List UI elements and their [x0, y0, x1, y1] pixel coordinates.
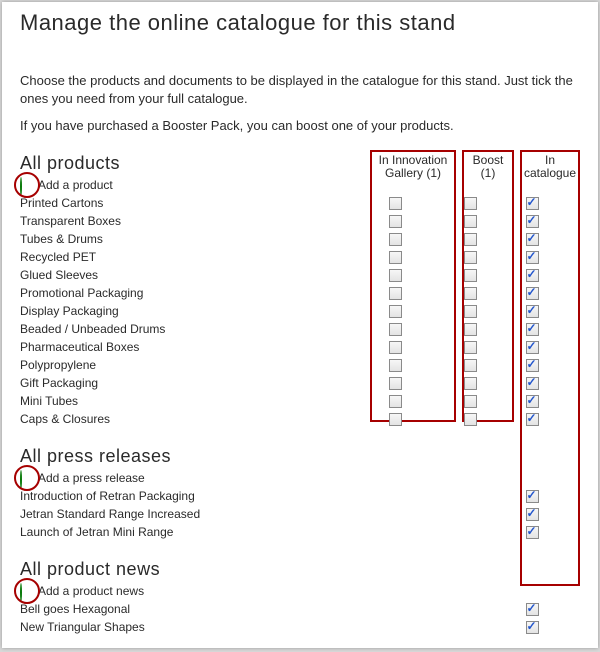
checkbox[interactable] — [464, 341, 477, 354]
checkbox[interactable] — [389, 197, 402, 210]
add-news-label: Add a product news — [38, 584, 144, 598]
dialog-body-scroll[interactable]: Choose the products and documents to be … — [2, 64, 598, 648]
checkbox[interactable] — [526, 377, 539, 390]
checkbox[interactable] — [464, 395, 477, 408]
col-header-catalogue-l1: In — [545, 153, 555, 167]
checkbox[interactable] — [526, 603, 539, 616]
checkbox[interactable] — [464, 305, 477, 318]
press-name: Jetran Standard Range Increased — [20, 507, 352, 521]
checkbox[interactable] — [464, 197, 477, 210]
product-name: Display Packaging — [20, 304, 352, 318]
product-name: Beaded / Unbeaded Drums — [20, 322, 352, 336]
checkbox[interactable] — [464, 233, 477, 246]
checkbox[interactable] — [389, 413, 402, 426]
checkbox[interactable] — [526, 287, 539, 300]
intro-text-2: If you have purchased a Booster Pack, yo… — [20, 117, 580, 135]
checkbox[interactable] — [526, 413, 539, 426]
checkbox[interactable] — [464, 413, 477, 426]
press-row: Introduction of Retran Packaging — [20, 487, 580, 505]
plus-icon[interactable] — [20, 177, 22, 196]
news-name: New Triangular Shapes — [20, 620, 352, 634]
press-section: All press releases Add a press release I… — [20, 446, 580, 541]
news-heading: All product news — [20, 559, 580, 580]
add-product-row[interactable]: Add a product — [20, 176, 580, 194]
product-name: Promotional Packaging — [20, 286, 352, 300]
checkbox[interactable] — [389, 215, 402, 228]
press-name: Introduction of Retran Packaging — [20, 489, 352, 503]
product-name: Gift Packaging — [20, 376, 352, 390]
checkbox[interactable] — [389, 287, 402, 300]
news-row: Bell goes Hexagonal — [20, 600, 580, 618]
checkbox[interactable] — [526, 395, 539, 408]
checkbox[interactable] — [464, 359, 477, 372]
plus-icon[interactable] — [20, 470, 22, 489]
news-name: Bell goes Hexagonal — [20, 602, 352, 616]
checkbox[interactable] — [389, 269, 402, 282]
checkbox[interactable] — [464, 287, 477, 300]
checkbox[interactable] — [526, 323, 539, 336]
press-row: Jetran Standard Range Increased — [20, 505, 580, 523]
checkbox[interactable] — [526, 490, 539, 503]
intro-text-1: Choose the products and documents to be … — [20, 72, 580, 107]
add-news-row[interactable]: Add a product news — [20, 582, 580, 600]
press-name: Launch of Jetran Mini Range — [20, 525, 352, 539]
checkbox[interactable] — [464, 251, 477, 264]
product-name: Polypropylene — [20, 358, 352, 372]
product-name: Transparent Boxes — [20, 214, 352, 228]
products-section: All products In Innovation Gallery (1) B… — [20, 153, 580, 428]
product-name: Tubes & Drums — [20, 232, 352, 246]
checkbox[interactable] — [389, 359, 402, 372]
checkbox[interactable] — [526, 233, 539, 246]
checkbox[interactable] — [526, 621, 539, 634]
press-row: Launch of Jetran Mini Range — [20, 523, 580, 541]
dialog-title: Manage the online catalogue for this sta… — [2, 2, 598, 39]
checkbox[interactable] — [389, 341, 402, 354]
checkbox[interactable] — [526, 359, 539, 372]
news-row: New Triangular Shapes — [20, 618, 580, 636]
product-name: Glued Sleeves — [20, 268, 352, 282]
product-name: Pharmaceutical Boxes — [20, 340, 352, 354]
checkbox[interactable] — [526, 341, 539, 354]
product-name: Caps & Closures — [20, 412, 352, 426]
product-name: Printed Cartons — [20, 196, 352, 210]
news-section: All product news Add a product news Bell… — [20, 559, 580, 636]
checkbox[interactable] — [389, 305, 402, 318]
checkbox[interactable] — [464, 215, 477, 228]
checkbox[interactable] — [526, 526, 539, 539]
add-product-label: Add a product — [38, 178, 113, 192]
plus-icon[interactable] — [20, 583, 22, 602]
checkbox[interactable] — [389, 251, 402, 264]
checkbox[interactable] — [464, 269, 477, 282]
add-press-label: Add a press release — [38, 471, 145, 485]
catalogue-dialog: Manage the online catalogue for this sta… — [2, 2, 598, 648]
checkbox[interactable] — [526, 215, 539, 228]
checkbox[interactable] — [526, 251, 539, 264]
checkbox[interactable] — [389, 233, 402, 246]
add-press-row[interactable]: Add a press release — [20, 469, 580, 487]
checkbox[interactable] — [389, 323, 402, 336]
checkbox[interactable] — [526, 197, 539, 210]
press-heading: All press releases — [20, 446, 580, 467]
checkbox[interactable] — [464, 323, 477, 336]
checkbox[interactable] — [389, 377, 402, 390]
product-name: Mini Tubes — [20, 394, 352, 408]
checkbox[interactable] — [526, 305, 539, 318]
checkbox[interactable] — [526, 269, 539, 282]
checkbox[interactable] — [526, 508, 539, 521]
checkbox[interactable] — [464, 377, 477, 390]
checkbox[interactable] — [389, 395, 402, 408]
product-name: Recycled PET — [20, 250, 352, 264]
